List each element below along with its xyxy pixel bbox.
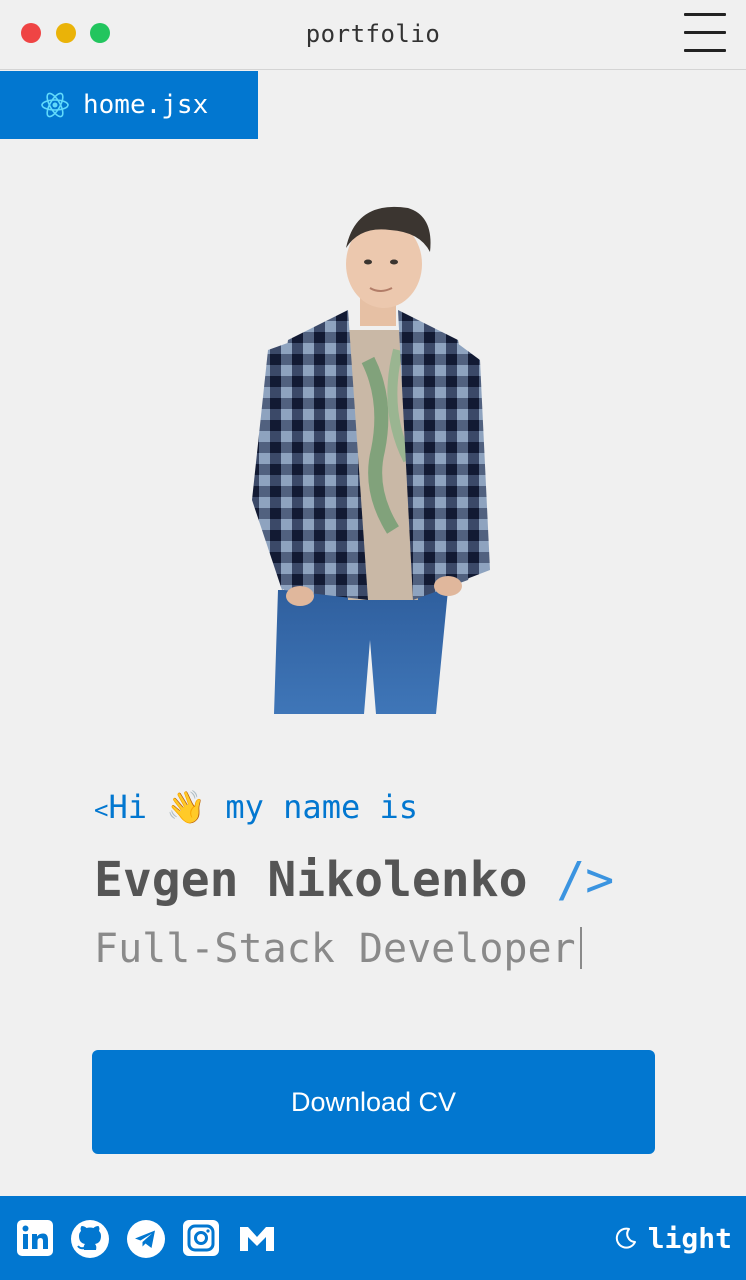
gmail-icon[interactable] [238,1219,276,1257]
tab-home[interactable]: home.jsx [0,71,258,139]
profile-photo [248,200,492,714]
window-title: portfolio [305,20,441,48]
react-icon [40,90,70,120]
github-icon[interactable] [70,1219,109,1258]
download-cv-button[interactable]: Download CV [92,1050,655,1154]
hamburger-menu-icon[interactable] [684,13,726,53]
name-close-tag: /> [527,852,615,908]
greeting-rest: my name is [206,788,419,826]
greeting-hi: Hi [108,788,167,826]
telegram-icon[interactable] [126,1219,165,1258]
greeting-open-bracket: < [94,796,109,824]
role-label: Full-Stack Developer [94,926,576,972]
greeting-text: <Hi 👋 my name is [94,788,418,826]
theme-toggle[interactable]: light [614,1220,732,1256]
linkedin-icon[interactable] [16,1219,54,1257]
wave-emoji: 👋 [166,788,207,826]
name-text: Evgen Nikolenko [94,852,528,908]
typing-cursor [579,927,582,969]
role-text: Full-Stack Developer [94,926,582,972]
instagram-icon[interactable] [182,1219,220,1257]
theme-label: light [647,1221,732,1255]
owner-name: Evgen Nikolenko /> [94,852,614,908]
moon-icon [614,1226,638,1250]
tab-label: home.jsx [83,90,209,120]
window-titlebar: portfolio [0,0,746,70]
